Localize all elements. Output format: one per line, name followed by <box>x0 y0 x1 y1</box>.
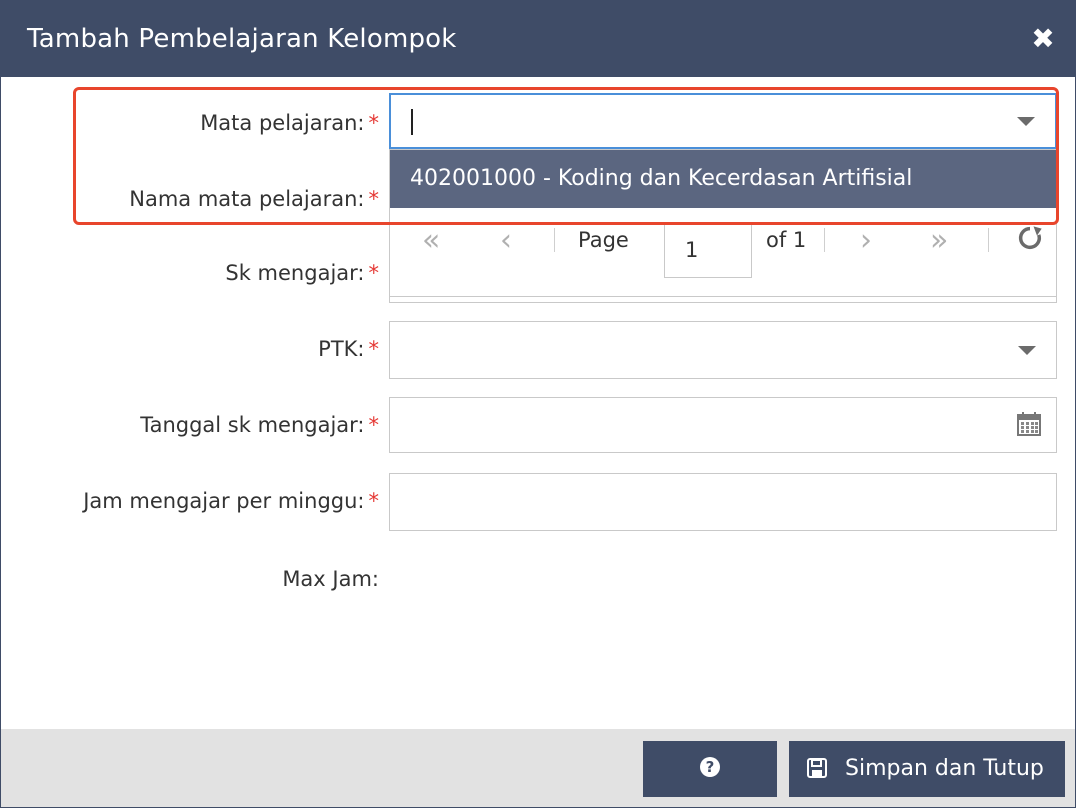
chevron-down-icon[interactable] <box>1018 346 1036 355</box>
page-total-label: of 1 <box>766 228 807 252</box>
required-marker: * <box>368 337 380 361</box>
tanggal-sk-field[interactable] <box>389 397 1057 453</box>
max-jam-label: Max Jam: <box>282 567 379 591</box>
jam-mengajar-field[interactable] <box>389 473 1057 531</box>
mata-pelajaran-label-text: Mata pelajaran: <box>200 111 365 135</box>
required-marker: * <box>368 413 380 437</box>
chevron-down-icon[interactable] <box>1017 117 1035 126</box>
sk-mengajar-label-text: Sk mengajar: <box>225 261 365 285</box>
first-page-icon[interactable]: « <box>422 226 440 256</box>
required-marker: * <box>368 489 380 513</box>
calendar-icon[interactable] <box>1016 411 1042 437</box>
dialog-title: Tambah Pembelajaran Kelompok <box>27 24 457 54</box>
sk-mengajar-label: Sk mengajar: * <box>225 261 379 285</box>
jam-mengajar-label: Jam mengajar per minggu: * <box>83 489 379 513</box>
required-marker: * <box>368 111 380 135</box>
refresh-icon[interactable] <box>1016 224 1044 252</box>
required-marker: * <box>368 261 380 285</box>
dialog-footer: ? Simpan dan Tutup <box>1 729 1075 807</box>
close-icon[interactable]: ✖ <box>1027 23 1059 55</box>
page-number-input[interactable]: 1 <box>664 222 752 278</box>
tanggal-sk-label: Tanggal sk mengajar: * <box>140 413 379 437</box>
nama-mata-pelajaran-label: Nama mata pelajaran: * <box>129 187 379 211</box>
ptk-label: PTK: * <box>318 337 379 361</box>
pager-divider <box>824 228 825 252</box>
text-cursor <box>411 109 413 135</box>
nama-mata-pelajaran-label-text: Nama mata pelajaran: <box>129 187 365 211</box>
mata-pelajaran-dropdown: 402001000 - Koding dan Kecerdasan Artifi… <box>389 149 1057 297</box>
last-page-icon[interactable]: » <box>930 226 948 256</box>
page-label: Page <box>578 228 629 252</box>
next-page-icon[interactable]: › <box>860 226 872 256</box>
save-and-close-button[interactable]: Simpan dan Tutup <box>789 741 1065 797</box>
mata-pelajaran-combobox[interactable] <box>389 93 1057 149</box>
question-icon: ? <box>700 757 720 777</box>
pager-divider <box>554 228 555 252</box>
jam-mengajar-label-text: Jam mengajar per minggu: <box>83 489 365 513</box>
dropdown-option[interactable]: 402001000 - Koding dan Kecerdasan Artifi… <box>390 150 1056 208</box>
required-marker: * <box>368 187 380 211</box>
tanggal-sk-label-text: Tanggal sk mengajar: <box>140 413 365 437</box>
dropdown-pager: « ‹ Page 1 of 1 › » <box>390 208 1056 298</box>
pager-divider <box>988 228 989 252</box>
floppy-disk-icon <box>807 758 827 778</box>
help-button[interactable]: ? <box>643 741 777 797</box>
mata-pelajaran-label: Mata pelajaran: * <box>200 111 379 135</box>
dialog-window: Tambah Pembelajaran Kelompok ✖ Mata pela… <box>0 0 1076 808</box>
ptk-label-text: PTK: <box>318 337 365 361</box>
ptk-combobox[interactable] <box>389 321 1057 379</box>
save-button-label: Simpan dan Tutup <box>845 756 1044 781</box>
dialog-titlebar: Tambah Pembelajaran Kelompok ✖ <box>1 1 1075 77</box>
prev-page-icon[interactable]: ‹ <box>500 226 512 256</box>
